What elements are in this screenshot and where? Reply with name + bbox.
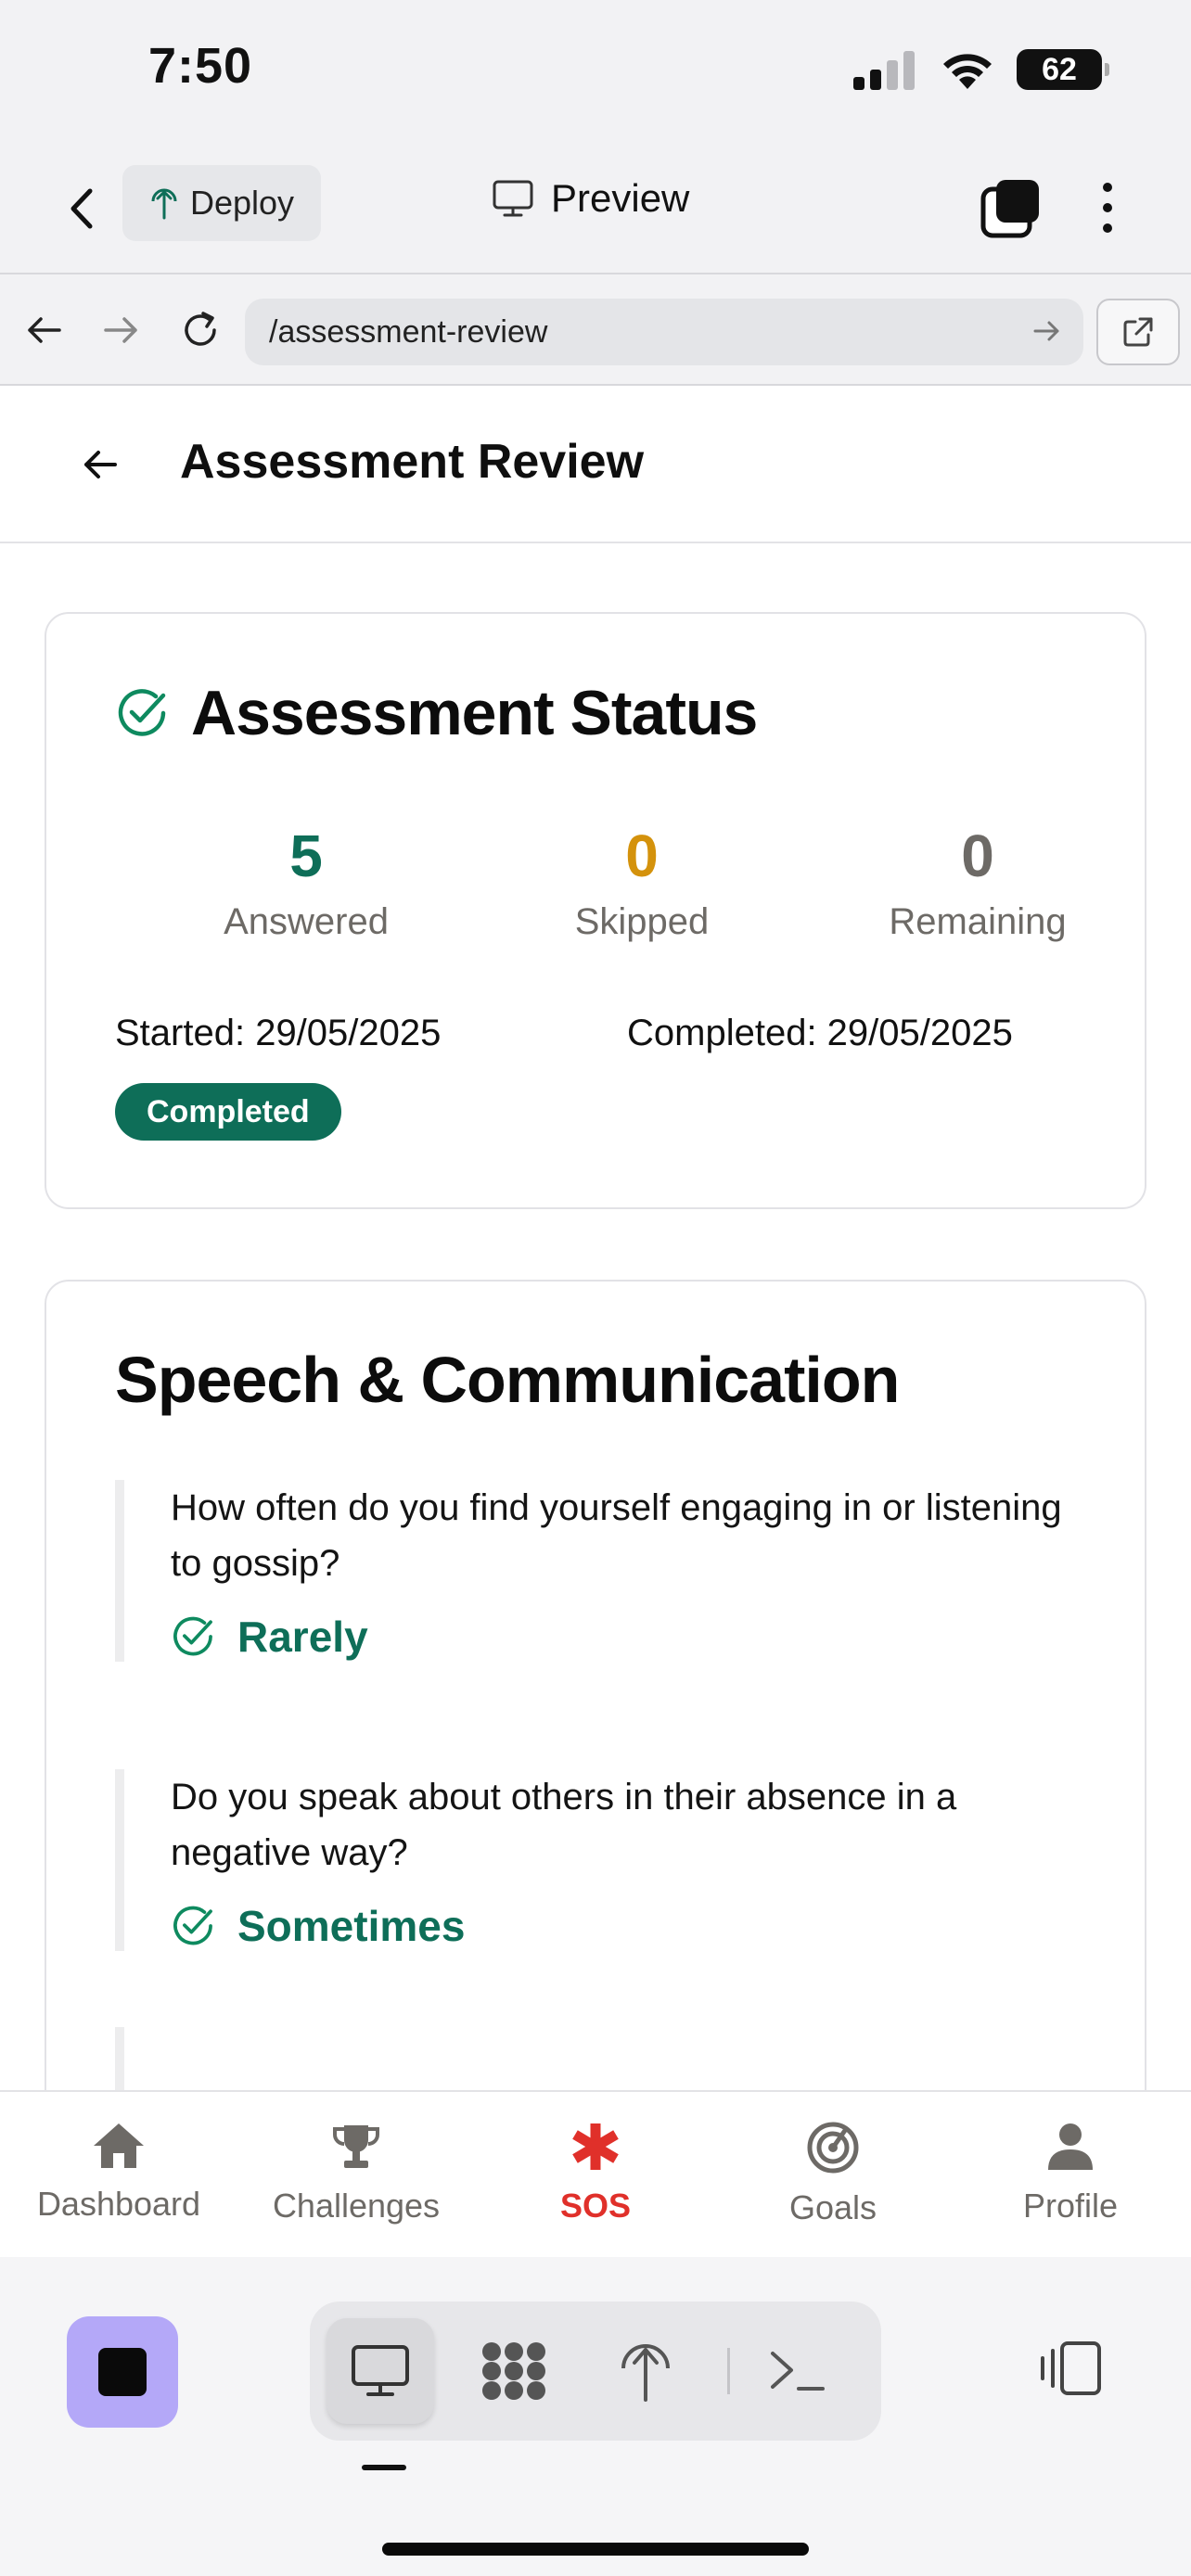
speech-communication-card: Speech & Communication How often do you …	[45, 1280, 1146, 2090]
battery-icon: 62	[1017, 49, 1109, 90]
nav-item-dashboard[interactable]: Dashboard	[12, 2120, 225, 2224]
address-bar: /assessment-review	[0, 273, 1191, 386]
tool-group	[310, 2302, 881, 2441]
status-time: 7:50	[148, 38, 253, 94]
asterisk-icon	[572, 2123, 619, 2170]
grid-icon	[482, 2342, 545, 2400]
stat-skipped: 0 Skipped	[503, 823, 781, 943]
stat-skipped-value: 0	[625, 823, 659, 889]
person-icon	[1048, 2123, 1093, 2170]
check-circle-icon	[173, 1906, 212, 1945]
nav-item-goals[interactable]: Goals	[726, 2120, 940, 2227]
browser-forward-icon[interactable]	[93, 302, 148, 358]
tabs-button[interactable]	[978, 174, 1044, 241]
status-card-header: Assessment Status	[115, 677, 758, 749]
status-icons: 62	[852, 48, 1109, 91]
app-back-button[interactable]	[72, 432, 128, 497]
stop-button[interactable]	[67, 2316, 178, 2428]
back-button[interactable]	[54, 176, 109, 241]
app-viewport: Assessment Review Assessment Status 5 An…	[0, 386, 1191, 2090]
stat-remaining-label: Remaining	[889, 901, 1067, 942]
section-title: Speech & Communication	[115, 1344, 900, 1416]
nav-label: Profile	[1022, 2187, 1119, 2225]
bottom-nav: Dashboard Challenges SOS Goals Profile	[0, 2090, 1191, 2257]
tabs-icon	[980, 180, 1039, 238]
answer-text: Rarely	[237, 1613, 368, 1661]
check-circle-icon	[118, 689, 166, 736]
target-icon	[807, 2122, 859, 2174]
grid-tool[interactable]	[460, 2318, 568, 2424]
stop-icon	[98, 2348, 147, 2396]
chevron-left-icon	[70, 188, 93, 229]
nav-label: Challenges	[272, 2187, 441, 2225]
reload-icon[interactable]	[173, 302, 228, 358]
arrow-left-icon	[84, 451, 117, 478]
url-input[interactable]: /assessment-review	[245, 299, 1083, 365]
url-text: /assessment-review	[269, 313, 548, 350]
started-date: Started: 29/05/2025	[115, 1013, 442, 1053]
stat-remaining-value: 0	[961, 823, 994, 889]
editor-bottom-bar	[0, 2257, 1191, 2576]
stat-answered: 5 Answered	[167, 823, 445, 943]
monitor-tool[interactable]	[327, 2318, 434, 2424]
stat-remaining: 0 Remaining	[839, 823, 1117, 943]
nav-item-profile[interactable]: Profile	[964, 2120, 1177, 2225]
nav-item-sos[interactable]: SOS	[489, 2120, 702, 2225]
monitor-icon	[493, 180, 533, 217]
device-layout-icon	[1041, 2341, 1101, 2395]
tool-divider	[727, 2348, 730, 2394]
answer-row: Sometimes	[171, 1901, 1089, 1951]
deploy-button[interactable]: Deploy	[122, 165, 321, 241]
assessment-status-card: Assessment Status 5 Answered 0 Skipped 0…	[45, 612, 1146, 1209]
question-text: Do you speak about others in their absen…	[171, 1777, 957, 1873]
question-item: How often do you find yourself engaging …	[115, 1480, 1089, 1662]
preview-toggle[interactable]: Preview	[492, 176, 689, 221]
status-badge: Completed	[115, 1083, 341, 1141]
status-bar: 7:50 62	[0, 0, 1191, 139]
stat-answered-label: Answered	[224, 901, 389, 942]
status-card-title: Assessment Status	[191, 678, 758, 748]
deploy-icon	[621, 2344, 670, 2402]
monitor-icon	[352, 2345, 409, 2396]
top-toolbar: Deploy Preview	[0, 148, 1191, 269]
more-options-icon[interactable]	[1083, 174, 1132, 241]
answer-row: Rarely	[171, 1612, 1089, 1662]
stat-answered-value: 5	[289, 823, 323, 889]
signal-icon	[853, 51, 915, 90]
browser-back-icon[interactable]	[17, 302, 72, 358]
deploy-label: Deploy	[189, 184, 295, 222]
go-arrow-icon[interactable]	[1031, 315, 1063, 347]
nav-item-challenges[interactable]: Challenges	[250, 2120, 463, 2225]
terminal-icon	[771, 2352, 825, 2391]
external-link-icon	[1123, 317, 1153, 347]
question-item: Do you speak about others in their absen…	[115, 1769, 1089, 1951]
app-header: Assessment Review	[0, 386, 1191, 543]
trophy-icon	[333, 2125, 379, 2168]
answer-text: Sometimes	[237, 1902, 466, 1950]
page-title: Assessment Review	[180, 435, 645, 489]
open-external-button[interactable]	[1096, 299, 1180, 365]
preview-label: Preview	[551, 176, 690, 220]
home-indicator	[382, 2543, 809, 2556]
deploy-icon	[151, 188, 177, 220]
active-tool-indicator	[362, 2465, 406, 2470]
nav-label: SOS	[559, 2187, 632, 2225]
wifi-icon	[943, 54, 992, 89]
question-item-partial	[115, 2027, 1089, 2090]
layout-toggle-button[interactable]	[1024, 2313, 1117, 2424]
check-circle-icon	[173, 1616, 212, 1656]
terminal-tool[interactable]	[744, 2318, 852, 2424]
home-icon	[94, 2123, 144, 2168]
question-text: How often do you find yourself engaging …	[171, 1487, 1062, 1584]
completed-date: Completed: 29/05/2025	[627, 1013, 1013, 1053]
nav-label: Goals	[788, 2188, 877, 2226]
nav-label: Dashboard	[36, 2185, 201, 2223]
stat-skipped-label: Skipped	[574, 901, 710, 942]
deploy-tool[interactable]	[592, 2318, 699, 2424]
